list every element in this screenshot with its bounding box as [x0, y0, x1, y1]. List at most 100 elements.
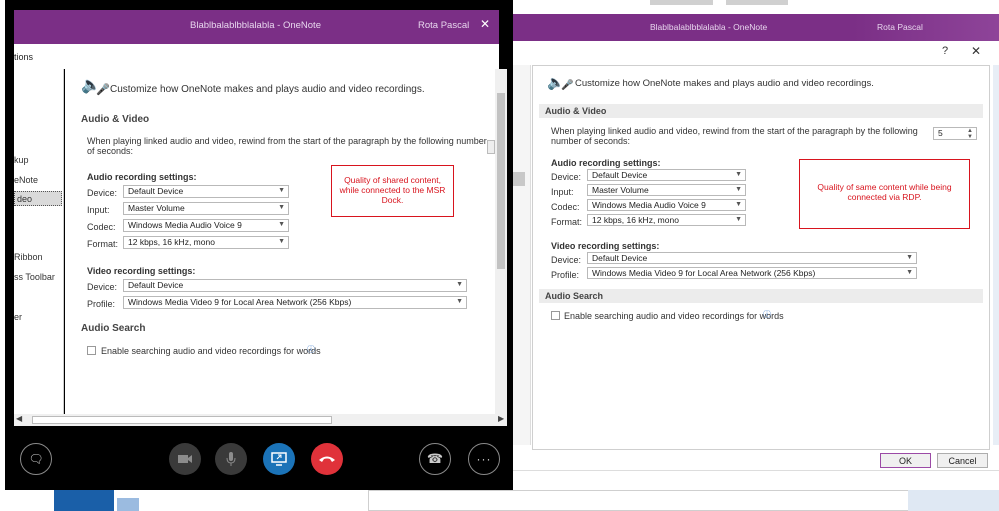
remote-dialog-titlebar: tions	[14, 44, 499, 69]
audio-format-value: 12 kbps, 16 kHz, mono	[592, 215, 679, 225]
remote-video-settings-heading: Video recording settings:	[87, 266, 196, 276]
background-panel	[908, 490, 999, 511]
hangup-button[interactable]	[311, 443, 343, 475]
codec-label: Codec:	[551, 202, 580, 212]
sidebar-item-onenote[interactable]: eNote	[14, 175, 38, 185]
audio-format-select[interactable]: 12 kbps, 16 kHz, mono ▼	[587, 214, 746, 226]
info-icon[interactable]: ⓘ	[763, 309, 771, 320]
options-sidebar-fragment	[513, 65, 531, 445]
sidebar-item-other[interactable]: er	[14, 312, 22, 322]
sidebar-item-ribbon[interactable]: Ribbon	[14, 252, 43, 262]
remote-options-panel: 🔈 🎤 Customize how OneNote makes and play…	[65, 69, 495, 414]
remote-codec-label: Codec:	[87, 222, 116, 232]
ok-button[interactable]: OK	[880, 453, 931, 468]
remote-dialog-title: tions	[14, 52, 34, 62]
remote-format-label: Format:	[87, 239, 119, 249]
remote-section-audio-video: Audio & Video	[81, 114, 150, 125]
close-icon[interactable]: ✕	[971, 44, 981, 58]
remote-video-device-label: Device:	[87, 282, 118, 292]
taskbar-icon[interactable]	[117, 498, 139, 511]
remote-audio-codec-value: Windows Media Audio Voice 9	[128, 220, 242, 230]
sidebar-item-video: deo	[17, 194, 33, 204]
help-button[interactable]: ?	[942, 45, 948, 57]
share-screen-icon	[271, 452, 287, 466]
shared-screen-window: Blablbalablbblalabla - OneNote Rota Pasc…	[5, 0, 513, 490]
background-window-frame	[368, 490, 909, 511]
mic-icon: 🎤	[96, 84, 110, 96]
remote-search-checkbox[interactable]	[87, 346, 96, 355]
remote-annotation-box: Quality of shared content, while connect…	[331, 165, 454, 217]
horizontal-scrollbar-thumb[interactable]	[32, 416, 332, 424]
section-audio-video: Audio & Video	[539, 104, 983, 118]
remote-audio-settings-heading: Audio recording settings:	[87, 172, 197, 182]
remote-audio-device-select[interactable]: Default Device ▼	[123, 185, 289, 198]
audio-input-select[interactable]: Master Volume ▼	[587, 184, 746, 196]
taskbar-tab[interactable]	[726, 0, 788, 5]
scroll-left-icon[interactable]: ◀	[16, 414, 22, 423]
video-device-value: Default Device	[592, 253, 648, 263]
background-window-edge	[993, 65, 999, 445]
cancel-button[interactable]: Cancel	[937, 453, 988, 468]
chevron-down-icon: ▼	[906, 269, 913, 276]
call-control-icon: ☎	[426, 451, 444, 466]
chevron-down-icon: ▼	[456, 281, 463, 288]
info-icon[interactable]: ⓘ	[307, 344, 315, 355]
remote-video-device-value: Default Device	[128, 280, 184, 290]
remote-device-label: Device:	[87, 188, 118, 198]
chevron-down-icon: ▼	[278, 238, 285, 245]
chevron-down-icon: ▼	[735, 171, 742, 178]
mic-icon: 🎤	[561, 80, 574, 91]
sidebar-item-backup[interactable]: kup	[14, 155, 29, 165]
user-name: Rota Pascal	[877, 22, 923, 32]
remote-video-device-select[interactable]: Default Device ▼	[123, 279, 467, 292]
remote-input-label: Input:	[87, 205, 110, 215]
remote-user-name: Rota Pascal	[418, 20, 470, 31]
remote-audio-input-select[interactable]: Master Volume ▼	[123, 202, 289, 215]
horizontal-scrollbar[interactable]: ◀ ▶	[14, 414, 507, 426]
mic-button[interactable]	[215, 443, 247, 475]
vertical-scrollbar[interactable]	[495, 69, 507, 414]
chevron-down-icon: ▼	[906, 254, 913, 261]
rewind-text: When playing linked audio and video, rew…	[551, 126, 918, 146]
chat-button[interactable]: 🗨	[20, 443, 52, 475]
scroll-right-icon[interactable]: ▶	[498, 414, 504, 423]
search-checkbox[interactable]	[551, 311, 560, 320]
spinner-fragment[interactable]	[487, 140, 495, 154]
mic-icon	[226, 452, 236, 466]
audio-device-select[interactable]: Default Device ▼	[587, 169, 746, 181]
input-label: Input:	[551, 187, 574, 197]
spinner-arrows-icon[interactable]: ▲ ▼	[967, 128, 973, 140]
remote-search-checkbox-label[interactable]: Enable searching audio and video recordi…	[101, 346, 321, 356]
chevron-down-icon: ▼	[278, 204, 285, 211]
video-device-label: Device:	[551, 255, 582, 265]
sidebar-selected-fragment	[513, 172, 525, 186]
audio-codec-value: Windows Media Audio Voice 9	[592, 200, 706, 210]
audio-codec-select[interactable]: Windows Media Audio Voice 9 ▼	[587, 199, 746, 211]
audio-input-value: Master Volume	[592, 185, 649, 195]
remote-audio-format-select[interactable]: 12 kbps, 16 kHz, mono ▼	[123, 236, 289, 249]
remote-video-profile-value: Windows Media Video 9 for Local Area Net…	[128, 297, 352, 307]
share-screen-button[interactable]	[263, 443, 295, 475]
rewind-spinner[interactable]: 5 ▲ ▼	[933, 127, 977, 140]
sidebar-item-video-selected[interactable]: deo	[14, 191, 62, 206]
sidebar-item-qat[interactable]: ss Toolbar	[14, 272, 55, 282]
search-checkbox-label[interactable]: Enable searching audio and video recordi…	[564, 311, 784, 321]
video-profile-select[interactable]: Windows Media Video 9 for Local Area Net…	[587, 267, 917, 279]
taskbar-tab[interactable]	[650, 0, 713, 5]
chevron-down-icon: ▼	[735, 216, 742, 223]
remote-rewind-text: When playing linked audio and video, rew…	[87, 136, 487, 156]
remote-profile-label: Profile:	[87, 299, 116, 309]
close-icon[interactable]: ✕	[480, 17, 490, 31]
remote-video-profile-select[interactable]: Windows Media Video 9 for Local Area Net…	[123, 296, 467, 309]
call-control-button[interactable]: ☎	[419, 443, 451, 475]
more-options-button[interactable]: ···	[468, 443, 500, 475]
more-icon: ···	[476, 452, 492, 466]
remote-section-audio-search: Audio Search	[81, 323, 146, 334]
camera-icon	[178, 455, 192, 463]
taskbar-thumbnail[interactable]	[54, 490, 114, 511]
video-device-select[interactable]: Default Device ▼	[587, 252, 917, 264]
remote-audio-format-value: 12 kbps, 16 kHz, mono	[128, 237, 215, 247]
remote-audio-codec-select[interactable]: Windows Media Audio Voice 9 ▼	[123, 219, 289, 232]
scrollbar-thumb[interactable]	[497, 93, 505, 269]
camera-button[interactable]	[169, 443, 201, 475]
